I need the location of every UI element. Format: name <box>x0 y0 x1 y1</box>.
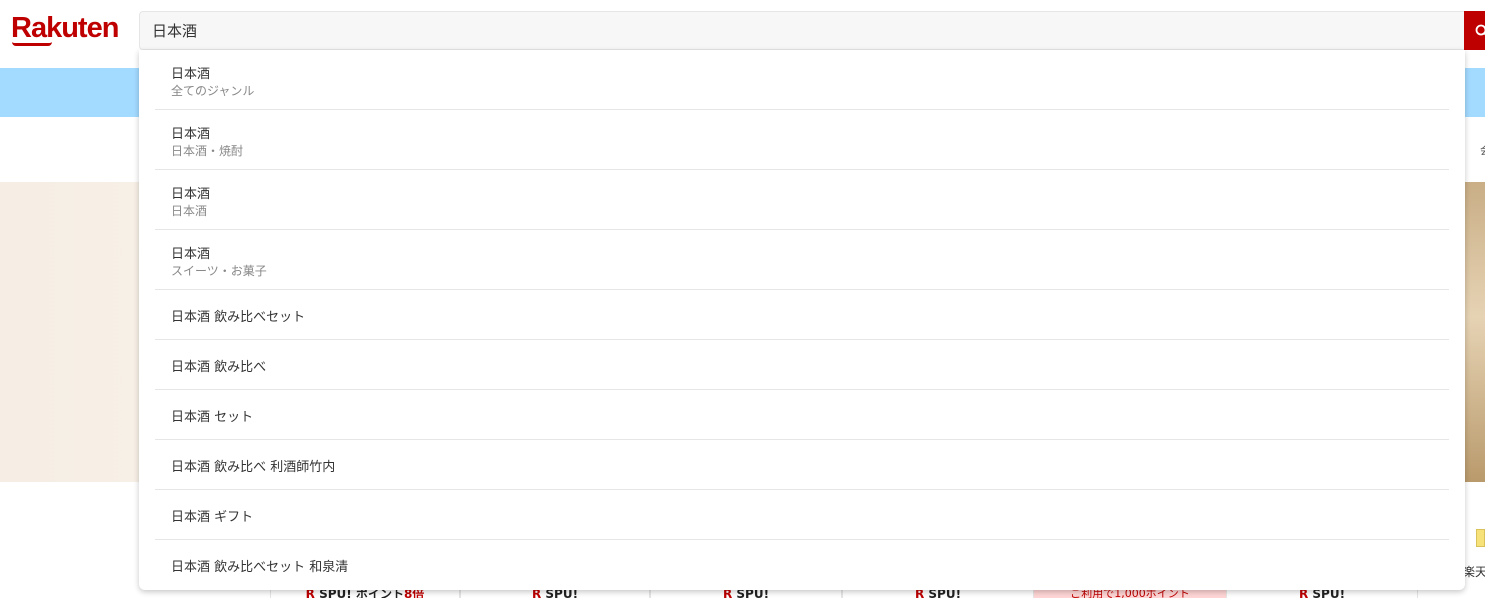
search-suggestions: 日本酒 全てのジャンル 日本酒 日本酒・焼酎 日本酒 日本酒 日本酒 スイーツ・… <box>139 50 1465 590</box>
suggestion-keyword: 日本酒 <box>171 187 211 202</box>
suggestion-item[interactable]: 日本酒 飲み比べ <box>155 340 1449 390</box>
nav-edge-text[interactable]: 会 <box>1480 142 1485 158</box>
suggestion-item[interactable]: 日本酒 日本酒・焼酎 <box>155 110 1449 170</box>
logo-swoosh <box>12 42 52 46</box>
suggestion-keyword: 日本酒 飲み比べ <box>171 360 267 375</box>
side-banner-text[interactable]: 楽天 <box>1463 563 1485 580</box>
suggestion-item[interactable]: 日本酒 飲み比べ 利酒師竹内 <box>155 440 1449 490</box>
suggestion-item[interactable]: 日本酒 セット <box>155 390 1449 440</box>
suggestion-keyword: 日本酒 飲み比べ 利酒師竹内 <box>171 460 336 475</box>
suggestion-item[interactable]: 日本酒 ギフト <box>155 490 1449 540</box>
suggestion-item[interactable]: 日本酒 日本酒 <box>155 170 1449 230</box>
hero-side-image[interactable] <box>1462 182 1485 482</box>
suggestion-item[interactable]: 日本酒 飲み比べセット 和泉清 <box>155 540 1449 590</box>
search-input[interactable] <box>139 11 1465 50</box>
suggestion-item[interactable]: 日本酒 全てのジャンル <box>155 50 1449 110</box>
suggestion-keyword: 日本酒 セット <box>171 410 254 425</box>
rakuten-logo[interactable]: Rakuten <box>11 12 119 45</box>
search-button[interactable] <box>1464 11 1485 50</box>
suggestion-keyword: 日本酒 飲み比べセット <box>171 310 306 325</box>
suggestion-genre: 全てのジャンル <box>171 84 255 98</box>
suggestion-keyword: 日本酒 <box>171 127 211 142</box>
suggestion-keyword: 日本酒 ギフト <box>171 510 254 525</box>
suggestion-keyword: 日本酒 <box>171 67 211 82</box>
search-icon <box>1475 24 1485 36</box>
side-banner-icon[interactable] <box>1476 529 1485 547</box>
page: Rakuten 会 R SPU! ポイント8倍 R SPU! R SPU! R … <box>0 0 1485 598</box>
suggestion-genre: 日本酒 <box>171 204 208 218</box>
suggestion-keyword: 日本酒 飲み比べセット 和泉清 <box>171 560 349 575</box>
suggestion-genre: 日本酒・焼酎 <box>171 144 244 158</box>
suggestion-item[interactable]: 日本酒 スイーツ・お菓子 <box>155 230 1449 290</box>
suggestion-genre: スイーツ・お菓子 <box>171 264 267 278</box>
suggestion-keyword: 日本酒 <box>171 247 211 262</box>
suggestion-item[interactable]: 日本酒 飲み比べセット <box>155 290 1449 340</box>
